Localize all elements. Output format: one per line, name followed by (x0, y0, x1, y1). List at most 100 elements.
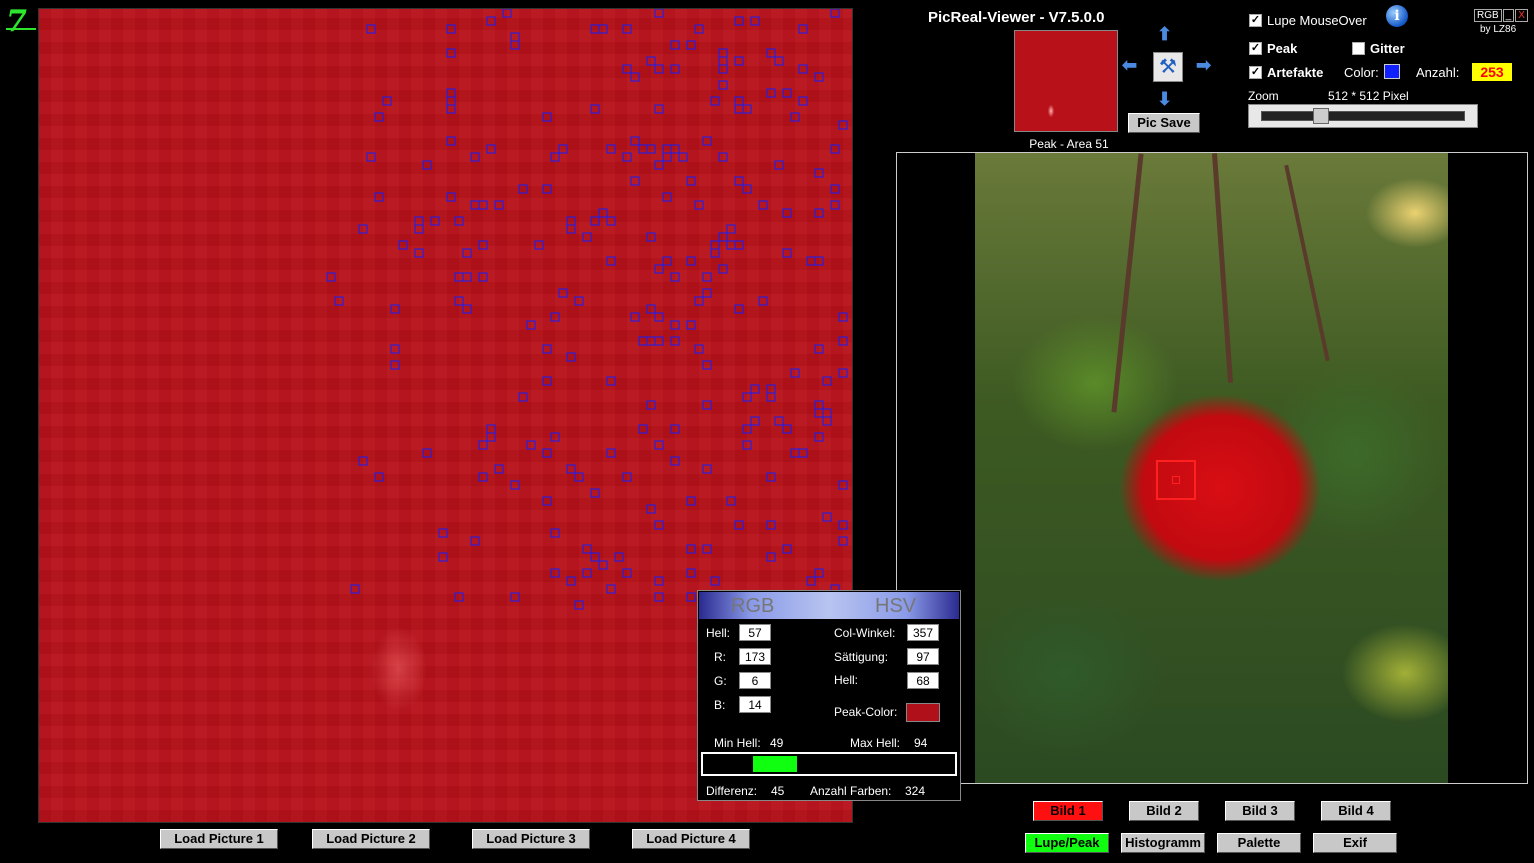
artefact-marker (494, 464, 504, 474)
load-picture-2-button[interactable]: Load Picture 2 (312, 829, 430, 849)
bild-4-button[interactable]: Bild 4 (1321, 801, 1391, 821)
tab-hsv[interactable]: HSV (875, 595, 916, 618)
peak-color-swatch (906, 703, 940, 722)
artefact-marker (478, 272, 488, 282)
artefact-marker (470, 536, 480, 546)
artefact-marker (550, 152, 560, 162)
checkbox-box[interactable]: ✓ (1249, 66, 1262, 79)
artefact-marker (574, 600, 584, 610)
artefact-marker (534, 240, 544, 250)
artefact-marker (606, 256, 616, 266)
rgb-hell-value: 57 (739, 624, 771, 641)
checkbox-box[interactable] (1352, 42, 1365, 55)
artefact-marker (654, 9, 664, 18)
artefact-marker (814, 568, 824, 578)
arrow-left-icon[interactable]: ⬅ (1122, 55, 1137, 76)
artefact-marker (446, 104, 456, 114)
artefact-marker (790, 112, 800, 122)
artefact-marker (654, 312, 664, 322)
artefact-marker (374, 192, 384, 202)
max-hell-label: Max Hell: (850, 736, 901, 750)
bild-2-button[interactable]: Bild 2 (1129, 801, 1199, 821)
artefact-marker (734, 16, 744, 26)
checkbox-label: Gitter (1370, 41, 1405, 56)
load-picture-4-button[interactable]: Load Picture 4 (632, 829, 750, 849)
artefact-marker (486, 144, 496, 154)
artefact-marker (734, 104, 744, 114)
load-picture-3-button[interactable]: Load Picture 3 (472, 829, 590, 849)
artefact-marker (702, 544, 712, 554)
histogramm-button[interactable]: Histogramm (1121, 833, 1205, 853)
artefact-marker (774, 416, 784, 426)
artefact-marker (670, 144, 680, 154)
artefact-marker (742, 104, 752, 114)
artefact-marker (750, 384, 760, 394)
artefact-marker (454, 216, 464, 226)
artefact-marker (782, 208, 792, 218)
bild-1-button[interactable]: Bild 1 (1033, 801, 1103, 821)
artefact-marker (726, 496, 736, 506)
artefact-marker (566, 576, 576, 586)
artefakt-color-swatch[interactable] (1384, 64, 1400, 79)
artefact-marker (606, 216, 616, 226)
artefact-marker (766, 520, 776, 530)
rgb-hell-label: Hell: (706, 626, 731, 640)
artefact-marker (502, 9, 512, 18)
rose-photo[interactable] (975, 153, 1448, 783)
bild-3-button[interactable]: Bild 3 (1225, 801, 1295, 821)
minimize-button[interactable]: _ (1502, 9, 1515, 22)
artefact-marker (614, 552, 624, 562)
artefact-marker (742, 424, 752, 434)
artefact-marker (814, 168, 824, 178)
artefact-marker (550, 568, 560, 578)
arrow-down-icon[interactable]: ⬇ (1157, 89, 1172, 110)
artefact-marker (494, 200, 504, 210)
pic-save-button[interactable]: Pic Save (1128, 113, 1200, 133)
artefact-marker (686, 544, 696, 554)
anzahl-farben-value: 324 (905, 784, 926, 798)
app-title: PicReal-Viewer - V7.5.0.0 (928, 9, 1105, 26)
checkbox-box[interactable]: ✓ (1249, 14, 1262, 27)
artefact-marker (606, 376, 616, 386)
artefact-marker (374, 472, 384, 482)
peak-thumbnail[interactable] (1014, 30, 1118, 132)
load-picture-1-button[interactable]: Load Picture 1 (160, 829, 278, 849)
zoom-slider-thumb[interactable] (1313, 108, 1329, 124)
artefact-marker (822, 408, 832, 418)
close-button[interactable]: X (1515, 9, 1528, 22)
artefact-marker (598, 208, 608, 218)
artefakte-checkbox[interactable]: ✓ Artefakte (1249, 65, 1323, 80)
tools-icon[interactable]: ⚒ (1153, 52, 1183, 82)
artefact-marker (838, 520, 848, 530)
gitter-checkbox[interactable]: Gitter (1352, 41, 1405, 56)
artefact-marker (766, 384, 776, 394)
artefact-marker (662, 144, 672, 154)
checkbox-box[interactable]: ✓ (1249, 42, 1262, 55)
peak-checkbox[interactable]: ✓ Peak (1249, 41, 1297, 56)
hsv-hell-value: 68 (907, 672, 939, 689)
lupe-mouseover-checkbox[interactable]: ✓ Lupe MouseOver (1249, 13, 1367, 28)
artefact-marker (542, 184, 552, 194)
artefact-marker (758, 200, 768, 210)
zoom-slider-track[interactable] (1261, 111, 1465, 121)
arrow-up-icon[interactable]: ⬆ (1157, 24, 1172, 45)
artefact-marker (670, 40, 680, 50)
max-hell-value: 94 (914, 736, 928, 750)
lupe-peak-button[interactable]: Lupe/Peak (1025, 833, 1109, 853)
artefact-marker (782, 424, 792, 434)
artefact-marker (686, 176, 696, 186)
artefact-marker (486, 424, 496, 434)
artefact-marker (670, 272, 680, 282)
artefact-marker (622, 64, 632, 74)
artefact-marker (414, 248, 424, 258)
tab-rgb[interactable]: RGB (731, 595, 774, 618)
col-winkel-value: 357 (907, 624, 939, 641)
exif-button[interactable]: Exif (1313, 833, 1397, 853)
artefact-marker (438, 528, 448, 538)
artefact-marker (638, 144, 648, 154)
palette-button[interactable]: Palette (1217, 833, 1301, 853)
info-icon[interactable]: i (1386, 5, 1408, 27)
zoom-slider[interactable] (1248, 104, 1478, 128)
rgb-window-button[interactable]: RGB (1474, 9, 1502, 22)
arrow-right-icon[interactable]: ➡ (1196, 55, 1211, 76)
